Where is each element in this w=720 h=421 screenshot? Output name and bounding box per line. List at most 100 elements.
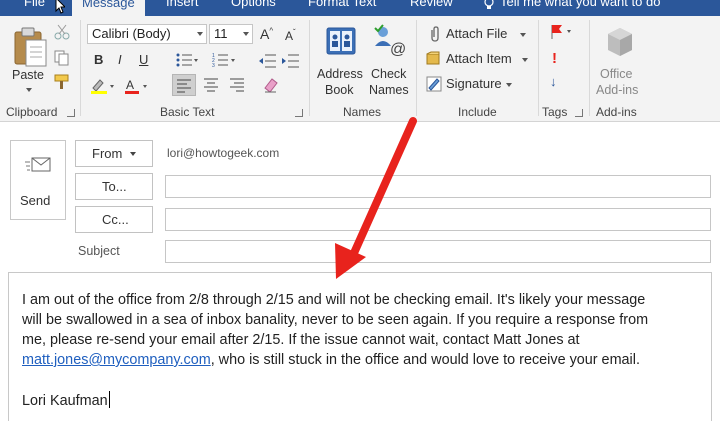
mouse-cursor-icon xyxy=(55,0,65,14)
align-center-icon[interactable] xyxy=(202,77,220,93)
include-group-label: Include xyxy=(458,105,497,119)
send-button[interactable]: Send xyxy=(10,140,66,220)
tags-group-label: Tags xyxy=(542,105,568,119)
include-group: Attach File Attach Item Signature Includ… xyxy=(418,16,538,122)
cc-label: Cc... xyxy=(102,212,129,227)
to-input[interactable] xyxy=(165,175,711,198)
tab-review[interactable]: Review xyxy=(410,0,453,16)
bullets-icon[interactable] xyxy=(176,52,198,68)
follow-up-flag-icon[interactable] xyxy=(550,24,574,40)
group-separator xyxy=(589,20,590,116)
check-names-label-line1[interactable]: Check xyxy=(371,67,406,81)
addins-group-label: Add-ins xyxy=(596,105,637,119)
names-group: Address Book @ Check Names Names xyxy=(311,16,416,122)
signature-block: Lori Kaufman xyxy=(22,391,110,409)
address-book-icon[interactable] xyxy=(325,26,357,56)
attach-item-dropdown-icon[interactable] xyxy=(522,58,528,62)
low-importance-icon[interactable]: ↓ xyxy=(550,74,557,89)
cut-icon[interactable] xyxy=(54,24,70,40)
from-dropdown-icon xyxy=(130,152,136,156)
grow-font-icon[interactable]: A^ xyxy=(260,26,273,42)
increase-indent-icon[interactable] xyxy=(282,54,300,68)
italic-icon[interactable]: I xyxy=(118,52,122,67)
to-button[interactable]: To... xyxy=(75,173,153,200)
body-line-rest: , who is still stuck in the office and w… xyxy=(210,352,640,368)
format-painter-icon[interactable] xyxy=(54,74,72,90)
from-address: lori@howtogeek.com xyxy=(167,146,280,160)
decrease-indent-icon[interactable] xyxy=(259,54,277,68)
check-names-label-line2[interactable]: Names xyxy=(369,83,409,97)
tags-dialog-launcher[interactable] xyxy=(575,109,583,117)
shrink-font-icon[interactable]: Aˇ xyxy=(285,28,296,43)
clipboard-group: Paste Clipboard xyxy=(0,16,80,122)
cc-button[interactable]: Cc... xyxy=(75,206,153,233)
clipboard-group-label: Clipboard xyxy=(6,105,58,119)
attach-file-button[interactable]: Attach File xyxy=(446,26,507,41)
tab-options[interactable]: Options xyxy=(231,0,276,16)
signature-button[interactable]: Signature xyxy=(446,76,502,91)
attach-item-icon xyxy=(426,51,440,65)
clear-formatting-icon[interactable] xyxy=(262,76,280,94)
from-label: From xyxy=(92,146,123,161)
underline-icon[interactable]: U xyxy=(139,52,148,67)
ribbon-tab-bar: File Message Insert Options Format Text … xyxy=(0,0,720,16)
cc-input[interactable] xyxy=(165,208,711,231)
body-line: me, please re-send your email after 2/15… xyxy=(22,332,580,348)
tab-message[interactable]: Message xyxy=(72,0,145,16)
numbering-icon[interactable]: 123 xyxy=(212,52,236,68)
signature-icon xyxy=(426,76,442,92)
bold-icon[interactable]: B xyxy=(94,52,103,67)
names-group-label: Names xyxy=(343,105,382,119)
align-left-button[interactable] xyxy=(172,74,196,96)
basic-text-group-label: Basic Text xyxy=(160,105,215,119)
paste-label[interactable]: Paste xyxy=(12,68,44,82)
tags-group: ! ↓ Tags xyxy=(540,16,588,122)
clipboard-dialog-launcher[interactable] xyxy=(67,109,75,117)
svg-text:@: @ xyxy=(390,41,406,58)
tab-file[interactable]: File xyxy=(24,0,45,16)
addins-group: Office Add-ins Add-ins xyxy=(591,16,651,122)
ribbon: Paste Clipboard Calibri (Body) 11 A^ Aˇ … xyxy=(0,16,720,122)
high-importance-icon[interactable]: ! xyxy=(552,50,557,67)
attach-item-button[interactable]: Attach Item xyxy=(446,51,512,66)
to-label: To... xyxy=(102,179,127,194)
basic-text-group: Calibri (Body) 11 A^ Aˇ B I U 123 A Basi… xyxy=(82,16,308,122)
subject-input[interactable] xyxy=(165,240,711,263)
align-right-icon[interactable] xyxy=(228,77,246,93)
body-line: will be swallowed in a sea of inbox bana… xyxy=(22,312,649,328)
font-size-value: 11 xyxy=(214,26,228,41)
office-addins-label-line1[interactable]: Office xyxy=(600,67,632,81)
font-name-combo[interactable]: Calibri (Body) xyxy=(87,24,207,44)
message-body-editor[interactable]: I am out of the office from 2/8 through … xyxy=(8,272,712,421)
paste-icon[interactable] xyxy=(12,24,48,68)
svg-text:A: A xyxy=(126,78,134,92)
check-names-icon[interactable]: @ xyxy=(373,24,407,58)
font-size-combo[interactable]: 11 xyxy=(209,24,253,44)
body-line: I am out of the office from 2/8 through … xyxy=(22,292,646,308)
signature-dropdown-icon[interactable] xyxy=(506,83,512,87)
address-book-label-line1[interactable]: Address xyxy=(317,67,363,81)
font-color-icon[interactable]: A xyxy=(124,78,150,94)
tell-me-search[interactable]: Tell me what you want to do xyxy=(500,0,660,16)
attach-file-dropdown-icon[interactable] xyxy=(520,33,526,37)
font-name-value: Calibri (Body) xyxy=(92,26,171,41)
office-addins-label-line2[interactable]: Add-ins xyxy=(596,83,638,97)
message-body-text: I am out of the office from 2/8 through … xyxy=(22,290,706,370)
svg-text:3: 3 xyxy=(212,63,215,68)
chevron-down-icon xyxy=(197,32,203,36)
office-addins-icon[interactable] xyxy=(605,26,635,58)
matt-jones-email-link[interactable]: matt.jones@mycompany.com xyxy=(22,352,211,368)
tab-insert[interactable]: Insert xyxy=(166,0,199,16)
address-book-label-line2[interactable]: Book xyxy=(325,83,354,97)
group-separator xyxy=(416,20,417,116)
highlight-color-icon[interactable] xyxy=(90,78,116,94)
group-separator xyxy=(80,20,81,116)
tab-format-text[interactable]: Format Text xyxy=(308,0,376,16)
paste-dropdown-icon[interactable] xyxy=(26,88,32,92)
basic-text-dialog-launcher[interactable] xyxy=(295,109,303,117)
send-label: Send xyxy=(20,193,51,208)
from-button[interactable]: From xyxy=(75,140,153,167)
signature-name: Lori Kaufman xyxy=(22,393,108,409)
copy-icon[interactable] xyxy=(54,50,70,66)
body-line: matt.jones@mycompany.com, who is still s… xyxy=(22,350,706,370)
